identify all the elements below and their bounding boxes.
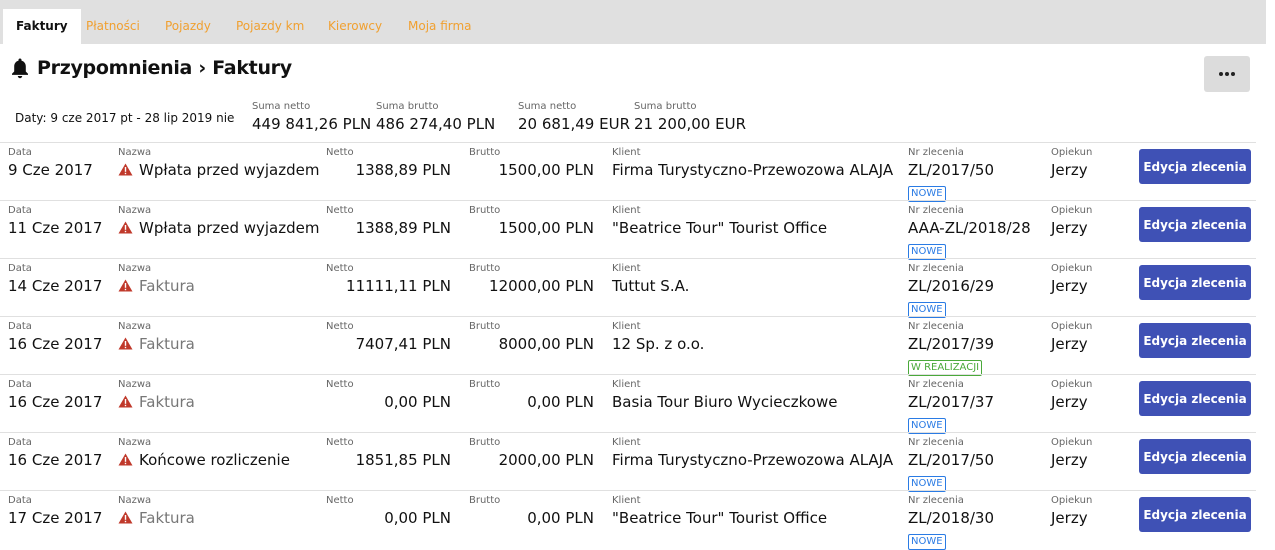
tab-pojazdy-km[interactable]: Pojazdy km (236, 9, 304, 44)
sum-brutto-pln: Suma brutto 486 274,40 PLN (376, 101, 496, 133)
client-cell: Klient "Beatrice Tour" Tourist Office (612, 205, 828, 237)
date-cell: Data 14 Cze 2017 (8, 263, 103, 295)
page-header: Przypomnienia › Faktury (10, 56, 292, 80)
tab-kierowcy[interactable]: Kierowcy (328, 9, 382, 44)
netto-cell: Netto 11111,11 PLN (326, 263, 451, 295)
netto-cell: Netto 1388,89 PLN (326, 147, 451, 179)
tab-platnosci[interactable]: Płatności (86, 9, 140, 44)
client-cell: Klient "Beatrice Tour" Tourist Office (612, 495, 828, 527)
warning-icon (118, 508, 133, 524)
order-number-cell: Nr zlecenia ZL/2017/50 NOWE (908, 437, 994, 492)
warning-icon (118, 160, 133, 176)
tab-moja-firma[interactable]: Moja firma (408, 9, 472, 44)
client-cell: Klient Tuttut S.A. (612, 263, 690, 295)
order-number-cell: Nr zlecenia AAA-ZL/2018/28 NOWE (908, 205, 1031, 260)
page-title: Przypomnienia › Faktury (37, 57, 292, 79)
client-cell: Klient 12 Sp. z o.o. (612, 321, 705, 353)
edit-order-button[interactable]: Edycja zlecenia (1139, 439, 1251, 474)
netto-cell: Netto 0,00 PLN (326, 379, 451, 411)
warning-icon (118, 218, 133, 234)
order-number-cell: Nr zlecenia ZL/2017/39 W REALIZACJI (908, 321, 994, 376)
date-cell: Data 16 Cze 2017 (8, 379, 103, 411)
tab-faktury[interactable]: Faktury (3, 9, 81, 44)
name-cell: Nazwa Końcowe rozliczenie (118, 437, 290, 469)
sum-brutto-eur: Suma brutto 21 200,00 EUR (634, 101, 746, 133)
table-row: Data 16 Cze 2017 Nazwa Końcowe rozliczenie N… (0, 432, 1256, 492)
order-number-cell: Nr zlecenia ZL/2016/29 NOWE (908, 263, 994, 318)
netto-cell: Netto 1388,89 PLN (326, 205, 451, 237)
name-cell: Nazwa Faktura (118, 263, 195, 295)
name-cell: Nazwa Faktura (118, 495, 195, 527)
table-row: Data 9 Cze 2017 Nazwa Wpłata przed wyjazdem… (0, 142, 1256, 202)
sum-netto-eur: Suma netto 20 681,49 EUR (518, 101, 630, 133)
brutto-cell: Brutto 8000,00 PLN (469, 321, 594, 353)
brutto-cell: Brutto 0,00 PLN (469, 379, 594, 411)
caretaker-cell: Opiekun Jerzy (1051, 495, 1093, 527)
caretaker-cell: Opiekun Jerzy (1051, 437, 1093, 469)
order-number-cell: Nr zlecenia ZL/2017/37 NOWE (908, 379, 994, 434)
edit-order-button[interactable]: Edycja zlecenia (1139, 149, 1251, 184)
warning-icon (118, 276, 133, 292)
netto-cell: Netto 1851,85 PLN (326, 437, 451, 469)
date-range: Daty: 9 cze 2017 pt - 28 lip 2019 nie (15, 111, 235, 125)
name-cell: Nazwa Wpłata przed wyjazdem (118, 205, 320, 237)
order-number-cell: Nr zlecenia ZL/2017/50 NOWE (908, 147, 994, 202)
brutto-cell: Brutto 12000,00 PLN (469, 263, 594, 295)
table-row: Data 11 Cze 2017 Nazwa Wpłata przed wyjazde… (0, 200, 1256, 260)
caretaker-cell: Opiekun Jerzy (1051, 263, 1093, 295)
warning-icon (118, 392, 133, 408)
status-badge: NOWE (908, 534, 946, 550)
more-options-button[interactable] (1204, 56, 1250, 92)
warning-icon (118, 450, 133, 466)
date-cell: Data 16 Cze 2017 (8, 437, 103, 469)
date-cell: Data 11 Cze 2017 (8, 205, 103, 237)
brutto-cell: Brutto 1500,00 PLN (469, 205, 594, 237)
tab-pojazdy[interactable]: Pojazdy (165, 9, 211, 44)
name-cell: Nazwa Faktura (118, 321, 195, 353)
client-cell: Klient Firma Turystyczno-Przewozowa ALAJA (612, 437, 894, 469)
caretaker-cell: Opiekun Jerzy (1051, 147, 1093, 179)
caretaker-cell: Opiekun Jerzy (1051, 321, 1093, 353)
edit-order-button[interactable]: Edycja zlecenia (1139, 497, 1251, 532)
date-cell: Data 16 Cze 2017 (8, 321, 103, 353)
name-cell: Nazwa Faktura (118, 379, 195, 411)
netto-cell: Netto 0,00 PLN (326, 495, 451, 527)
invoice-list: Data 9 Cze 2017 Nazwa Wpłata przed wyjazdem… (0, 142, 1256, 550)
more-icon (1218, 72, 1236, 76)
warning-icon (118, 334, 133, 350)
brutto-cell: Brutto 1500,00 PLN (469, 147, 594, 179)
brutto-cell: Brutto 2000,00 PLN (469, 437, 594, 469)
bell-icon (12, 58, 28, 79)
edit-order-button[interactable]: Edycja zlecenia (1139, 207, 1251, 242)
date-cell: Data 17 Cze 2017 (8, 495, 103, 527)
caretaker-cell: Opiekun Jerzy (1051, 205, 1093, 237)
name-cell: Nazwa Wpłata przed wyjazdem (118, 147, 320, 179)
brutto-cell: Brutto 0,00 PLN (469, 495, 594, 527)
sum-netto-pln: Suma netto 449 841,26 PLN (252, 101, 372, 133)
table-row: Data 16 Cze 2017 Nazwa Faktura Netto 7407,41 … (0, 316, 1256, 376)
netto-cell: Netto 7407,41 PLN (326, 321, 451, 353)
caretaker-cell: Opiekun Jerzy (1051, 379, 1093, 411)
client-cell: Klient Firma Turystyczno-Przewozowa ALAJA (612, 147, 894, 179)
date-cell: Data 9 Cze 2017 (8, 147, 93, 179)
edit-order-button[interactable]: Edycja zlecenia (1139, 323, 1251, 358)
client-cell: Klient Basia Tour Biuro Wycieczkowe (612, 379, 838, 411)
table-row: Data 16 Cze 2017 Nazwa Faktura Netto 0,00 PLN… (0, 374, 1256, 434)
tab-bar: Faktury Płatności Pojazdy Pojazdy km Kie… (0, 0, 1266, 44)
edit-order-button[interactable]: Edycja zlecenia (1139, 265, 1251, 300)
edit-order-button[interactable]: Edycja zlecenia (1139, 381, 1251, 416)
table-row: Data 14 Cze 2017 Nazwa Faktura Netto 11111,11… (0, 258, 1256, 318)
table-row: Data 17 Cze 2017 Nazwa Faktura Netto 0,00 PLN… (0, 490, 1256, 550)
order-number-cell: Nr zlecenia ZL/2018/30 NOWE (908, 495, 994, 550)
